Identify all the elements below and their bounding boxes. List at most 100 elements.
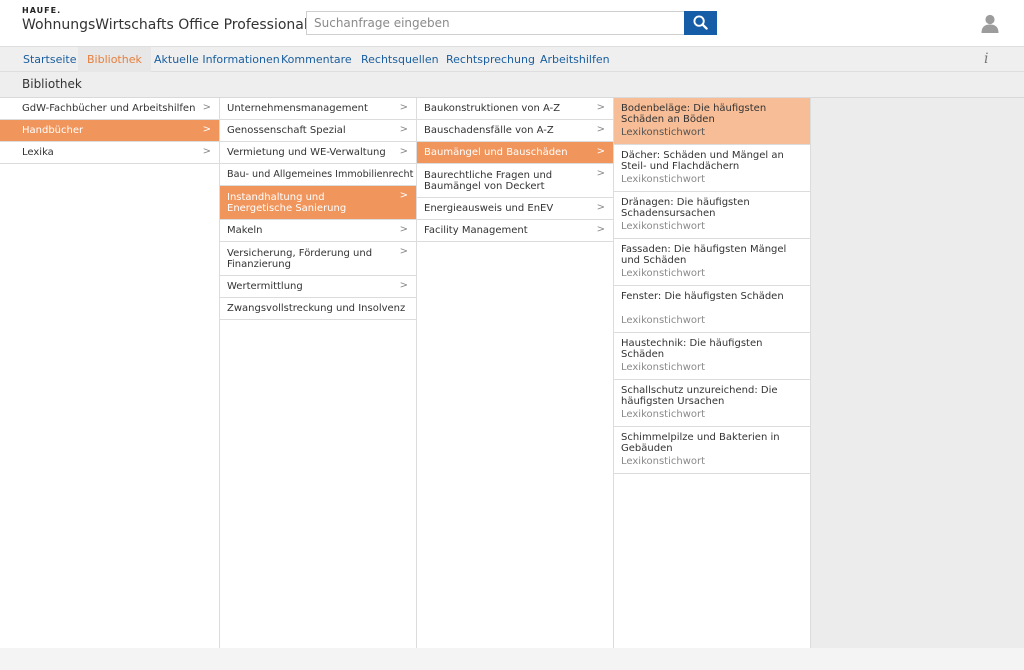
subcategory-item-versicherung[interactable]: Versicherung, Förderung und Finanzierung… <box>220 242 416 276</box>
document-title: Dränagen: Die häufigsten Schadensursache… <box>621 197 750 219</box>
tab-arbeitshilfen[interactable]: Arbeitshilfen <box>531 47 619 72</box>
subcategory-item-genossenschaft[interactable]: Genossenschaft Spezial > <box>220 120 416 142</box>
chevron-right-icon: > <box>202 124 211 135</box>
document-title: Bodenbeläge: Die häufigsten Schäden an B… <box>621 103 767 125</box>
document-item-haustechnik[interactable]: Haustechnik: Die häufigsten Schäden Lexi… <box>614 333 810 380</box>
document-item-schimmelpilze[interactable]: Schimmelpilze und Bakterien in Gebäuden … <box>614 427 810 474</box>
subcategory-item-label: Unternehmensmanagement <box>227 103 368 114</box>
app-header: HAUFE. WohnungsWirtschafts Office Profes… <box>0 0 1024 46</box>
subcategory-item-unternehmensmanagement[interactable]: Unternehmensmanagement > <box>220 98 416 120</box>
category-item-label: Handbücher <box>22 125 84 136</box>
document-item-schallschutz[interactable]: Schallschutz unzureichend: Die häufigste… <box>614 380 810 427</box>
document-type: Lexikonstichwort <box>621 315 706 326</box>
chevron-right-icon: > <box>399 224 408 235</box>
chevron-right-icon: > <box>596 168 605 179</box>
book-item-label: Baurechtliche Fragen und Baumängel von D… <box>424 170 553 192</box>
document-type: Lexikonstichwort <box>621 268 706 279</box>
category-item-lexika[interactable]: Lexika > <box>0 142 219 164</box>
document-item-daecher[interactable]: Dächer: Schäden und Mängel an Steil- und… <box>614 145 810 192</box>
subcategory-item-label: Wertermittlung <box>227 281 303 292</box>
subcategory-item-label: Vermietung und WE-Verwaltung <box>227 147 386 158</box>
document-item-fenster[interactable]: Fenster: Die häufigsten Schäden Lexikons… <box>614 286 810 333</box>
tab-rechtsquellen[interactable]: Rechtsquellen <box>352 47 448 72</box>
document-item-draenagen[interactable]: Dränagen: Die häufigsten Schadensursache… <box>614 192 810 239</box>
main-nav: Startseite Bibliothek Aktuelle Informati… <box>0 46 1024 72</box>
document-type: Lexikonstichwort <box>621 127 706 138</box>
document-title: Fenster: Die häufigsten Schäden <box>621 291 784 302</box>
search-icon <box>693 15 708 30</box>
chevron-right-icon: > <box>202 102 211 113</box>
chevron-right-icon: > <box>596 146 605 157</box>
subcategory-item-label: Versicherung, Förderung und Finanzierung <box>227 248 373 270</box>
document-title: Haustechnik: Die häufigsten Schäden <box>621 338 763 360</box>
section-header: Bibliothek <box>0 72 1024 98</box>
document-title: Fassaden: Die häufigsten Mängel und Schä… <box>621 244 787 266</box>
category-item-label: Lexika <box>22 147 54 158</box>
search-button[interactable] <box>684 11 717 35</box>
tab-startseite[interactable]: Startseite <box>14 47 86 72</box>
empty-detail-panel <box>811 98 1024 648</box>
chevron-right-icon: > <box>596 102 605 113</box>
category-column: GdW-Fachbücher und Arbeitshilfen > Handb… <box>0 98 220 648</box>
chevron-right-icon: > <box>202 146 211 157</box>
search-input[interactable] <box>306 11 686 35</box>
chevron-right-icon: > <box>399 280 408 291</box>
category-item-handbuecher[interactable]: Handbücher > <box>0 120 219 142</box>
document-type: Lexikonstichwort <box>621 221 706 232</box>
book-item-label: Energieausweis und EnEV <box>424 203 554 214</box>
page-title: Bibliothek <box>22 77 82 91</box>
subcategory-item-label: Instandhaltung und Energetische Sanierun… <box>227 192 347 214</box>
book-item-label: Baumängel und Bauschäden <box>424 147 568 158</box>
subcategory-item-wertermittlung[interactable]: Wertermittlung > <box>220 276 416 298</box>
app-title[interactable]: WohnungsWirtschafts Office Professional <box>22 17 308 33</box>
subcategory-item-zwangsvollstreckung[interactable]: Zwangsvollstreckung und Insolvenz <box>220 298 416 320</box>
subcategory-column: Unternehmensmanagement > Genossenschaft … <box>220 98 417 648</box>
chevron-right-icon: > <box>399 246 408 257</box>
book-item-label: Facility Management <box>424 225 528 236</box>
document-title: Schimmelpilze und Bakterien in Gebäuden <box>621 432 780 454</box>
chevron-right-icon: > <box>596 124 605 135</box>
chevron-right-icon: > <box>596 202 605 213</box>
brand-logo[interactable]: HAUFE. <box>22 6 61 15</box>
user-icon[interactable] <box>980 13 1000 33</box>
subcategory-item-label: Zwangsvollstreckung und Insolvenz <box>227 303 406 314</box>
document-type: Lexikonstichwort <box>621 174 706 185</box>
document-type: Lexikonstichwort <box>621 456 706 467</box>
document-item-bodenbelaege[interactable]: Bodenbeläge: Die häufigsten Schäden an B… <box>614 98 810 145</box>
subcategory-item-instandhaltung[interactable]: Instandhaltung und Energetische Sanierun… <box>220 186 416 220</box>
info-icon[interactable]: i <box>984 51 988 67</box>
subcategory-item-bau-immobilienrecht[interactable]: Bau- und Allgemeines Immobilienrecht <box>220 164 416 186</box>
tab-aktuelle-informationen[interactable]: Aktuelle Informationen <box>145 47 289 72</box>
category-item-gdw-fachbuecher[interactable]: GdW-Fachbücher und Arbeitshilfen > <box>0 98 219 120</box>
book-item-label: Bauschadensfälle von A-Z <box>424 125 554 136</box>
tab-kommentare[interactable]: Kommentare <box>272 47 361 72</box>
chevron-right-icon: > <box>399 102 408 113</box>
footer-strip <box>0 648 1024 670</box>
subcategory-item-label: Bau- und Allgemeines Immobilienrecht <box>227 169 414 180</box>
subcategory-item-vermietung[interactable]: Vermietung und WE-Verwaltung > <box>220 142 416 164</box>
book-item-baukonstruktionen[interactable]: Baukonstruktionen von A-Z > <box>417 98 613 120</box>
book-item-baurechtliche-fragen[interactable]: Baurechtliche Fragen und Baumängel von D… <box>417 164 613 198</box>
document-type: Lexikonstichwort <box>621 409 706 420</box>
subcategory-item-makeln[interactable]: Makeln > <box>220 220 416 242</box>
book-item-label: Baukonstruktionen von A-Z <box>424 103 561 114</box>
document-column: Bodenbeläge: Die häufigsten Schäden an B… <box>614 98 811 648</box>
book-item-baumaengel[interactable]: Baumängel und Bauschäden > <box>417 142 613 164</box>
category-item-label: GdW-Fachbücher und Arbeitshilfen <box>22 103 196 114</box>
tab-rechtsprechung[interactable]: Rechtsprechung <box>437 47 544 72</box>
chevron-right-icon: > <box>399 146 408 157</box>
chevron-right-icon: > <box>399 190 408 201</box>
book-item-facility-management[interactable]: Facility Management > <box>417 220 613 242</box>
document-type: Lexikonstichwort <box>621 362 706 373</box>
chevron-right-icon: > <box>596 224 605 235</box>
book-column: Baukonstruktionen von A-Z > Bauschadensf… <box>417 98 614 648</box>
book-item-energieausweis[interactable]: Energieausweis und EnEV > <box>417 198 613 220</box>
subcategory-item-label: Makeln <box>227 225 263 236</box>
chevron-right-icon: > <box>399 124 408 135</box>
tab-bibliothek[interactable]: Bibliothek <box>78 47 151 72</box>
document-title: Dächer: Schäden und Mängel an Steil- und… <box>621 150 784 172</box>
book-item-bauschadensfaelle[interactable]: Bauschadensfälle von A-Z > <box>417 120 613 142</box>
subcategory-item-label: Genossenschaft Spezial <box>227 125 346 136</box>
document-title: Schallschutz unzureichend: Die häufigste… <box>621 385 778 407</box>
document-item-fassaden[interactable]: Fassaden: Die häufigsten Mängel und Schä… <box>614 239 810 286</box>
